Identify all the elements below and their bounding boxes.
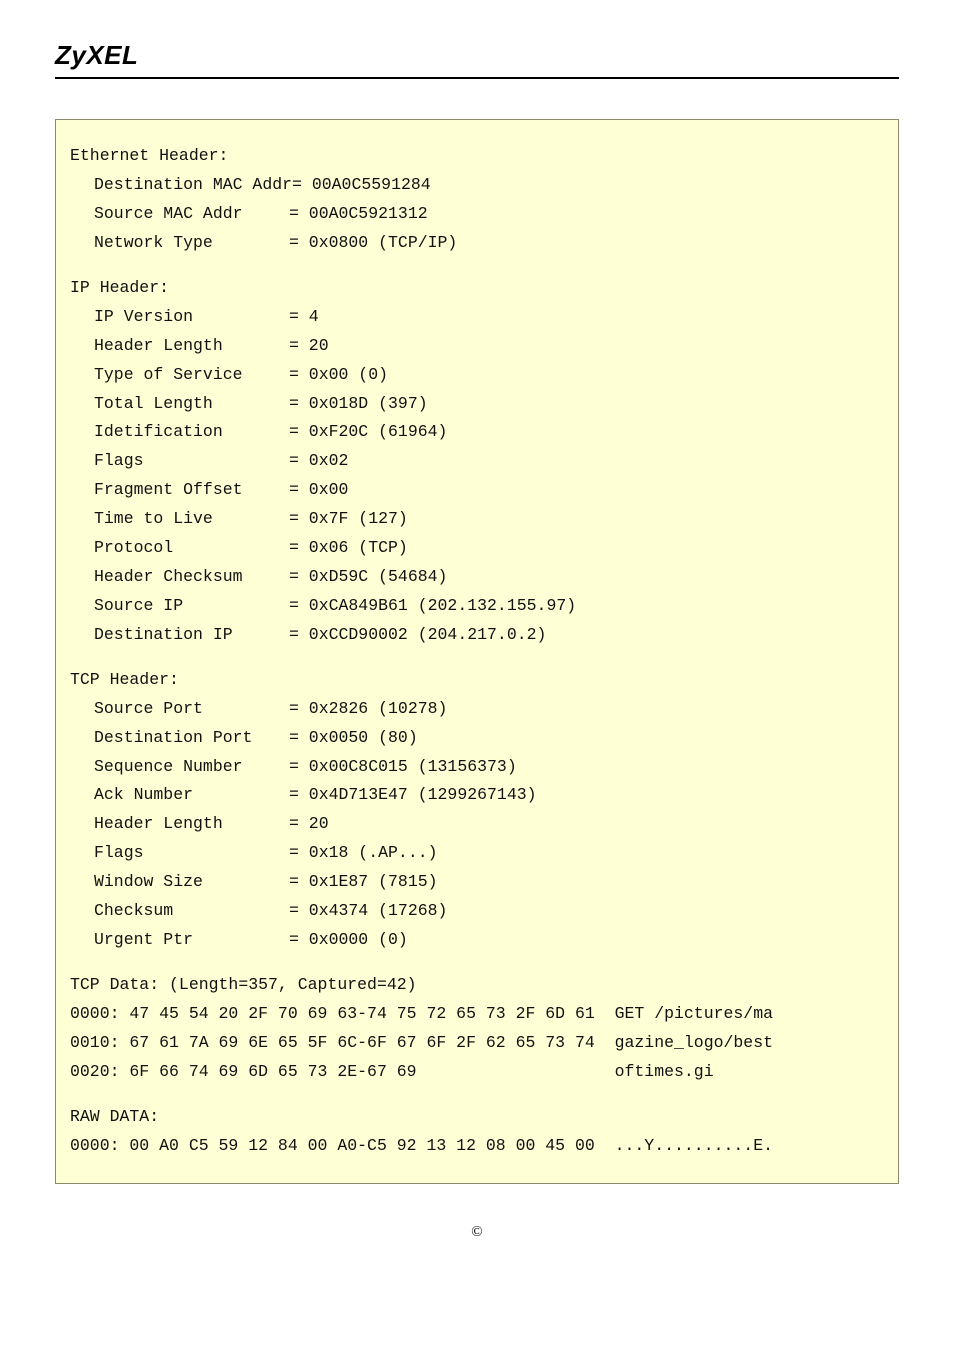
field-value: = 0x4D713E47 (1299267143)	[289, 785, 537, 804]
field-value: = 20	[289, 814, 329, 833]
section-title: TCP Header:	[70, 666, 884, 695]
hex-line: 0000: 47 45 54 20 2F 70 69 63-74 75 72 6…	[70, 1000, 884, 1029]
field-label: Total Length	[70, 390, 289, 419]
field-label: Flags	[70, 447, 289, 476]
hex-line: 0020: 6F 66 74 69 6D 65 73 2E-67 69 ofti…	[70, 1058, 884, 1087]
field-value: = 0x018D (397)	[289, 394, 428, 413]
field-label: Time to Live	[70, 505, 289, 534]
field-value: = 0xCCD90002 (204.217.0.2)	[289, 625, 546, 644]
tcp-header-section: TCP Header: Source Port= 0x2826 (10278) …	[70, 666, 884, 955]
field-value: = 00A0C5921312	[289, 204, 428, 223]
field-value: = 0x00 (0)	[289, 365, 388, 384]
field-value: = 0x00	[289, 480, 348, 499]
field-value: = 0x0000 (0)	[289, 930, 408, 949]
field-label: Checksum	[70, 897, 289, 926]
field-value: = 00A0C5591284	[292, 175, 431, 194]
field-value: = 0x1E87 (7815)	[289, 872, 438, 891]
page-footer: ©	[0, 1224, 954, 1241]
brand-logo: ZyXEL	[55, 40, 138, 70]
brand-bar: ZyXEL	[55, 40, 899, 79]
ip-header-section: IP Header: IP Version= 4 Header Length= …	[70, 274, 884, 649]
field-label: Ack Number	[70, 781, 289, 810]
field-label: Network Type	[70, 229, 289, 258]
field-value: = 0x4374 (17268)	[289, 901, 447, 920]
field-value: = 4	[289, 307, 319, 326]
field-label: Source Port	[70, 695, 289, 724]
field-value: = 0x18 (.AP...)	[289, 843, 438, 862]
field-value: = 0x00C8C015 (13156373)	[289, 757, 517, 776]
field-label: Header Length	[70, 810, 289, 839]
field-value: = 0x7F (127)	[289, 509, 408, 528]
field-value: = 0x02	[289, 451, 348, 470]
field-label: Destination Port	[70, 724, 289, 753]
field-label: Source IP	[70, 592, 289, 621]
section-title: RAW DATA:	[70, 1103, 884, 1132]
field-value: = 0x0050 (80)	[289, 728, 418, 747]
field-label: Fragment Offset	[70, 476, 289, 505]
section-title: Ethernet Header:	[70, 142, 884, 171]
hex-line: 0010: 67 61 7A 69 6E 65 5F 6C-6F 67 6F 2…	[70, 1029, 884, 1058]
ethernet-header-section: Ethernet Header: Destination MAC Addr= 0…	[70, 142, 884, 258]
field-label: Header Length	[70, 332, 289, 361]
field-label: Type of Service	[70, 361, 289, 390]
section-title: TCP Data: (Length=357, Captured=42)	[70, 971, 884, 1000]
raw-data-section: RAW DATA: 0000: 00 A0 C5 59 12 84 00 A0-…	[70, 1103, 884, 1161]
field-label: Header Checksum	[70, 563, 289, 592]
field-value: = 0xCA849B61 (202.132.155.97)	[289, 596, 576, 615]
hex-line: 0000: 00 A0 C5 59 12 84 00 A0-C5 92 13 1…	[70, 1132, 884, 1161]
field-label: Idetification	[70, 418, 289, 447]
field-label: Window Size	[70, 868, 289, 897]
field-label: Source MAC Addr	[70, 200, 289, 229]
field-label: IP Version	[70, 303, 289, 332]
field-label: Protocol	[70, 534, 289, 563]
field-label: Flags	[70, 839, 289, 868]
field-value: = 0x0800 (TCP/IP)	[289, 233, 457, 252]
field-label: Sequence Number	[70, 753, 289, 782]
field-value: = 0x06 (TCP)	[289, 538, 408, 557]
tcp-data-section: TCP Data: (Length=357, Captured=42) 0000…	[70, 971, 884, 1087]
field-value: = 20	[289, 336, 329, 355]
packet-panel: Ethernet Header: Destination MAC Addr= 0…	[55, 119, 899, 1184]
field-value: = 0xF20C (61964)	[289, 422, 447, 441]
section-title: IP Header:	[70, 274, 884, 303]
field-label: Destination IP	[70, 621, 289, 650]
field-label: Destination MAC Addr	[70, 171, 292, 200]
field-value: = 0x2826 (10278)	[289, 699, 447, 718]
field-label: Urgent Ptr	[70, 926, 289, 955]
field-value: = 0xD59C (54684)	[289, 567, 447, 586]
